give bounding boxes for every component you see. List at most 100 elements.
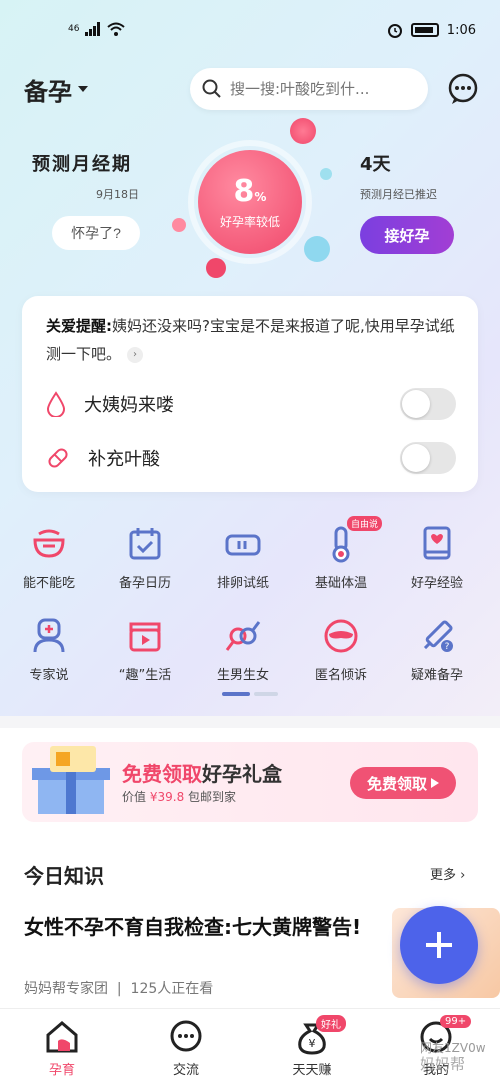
tool-label: 疑难备孕 (410, 668, 463, 683)
add-button[interactable] (400, 906, 478, 984)
tool-label: 基础体温 (314, 576, 367, 591)
nav-badge: 99+ (440, 1015, 472, 1028)
tool-label: 排卵试纸 (216, 576, 269, 591)
tool-label: “趣”生活 (118, 668, 172, 683)
decor-bubble (290, 118, 316, 144)
bowl-icon (29, 524, 69, 564)
delay-note: 预测月经已推迟 (360, 188, 437, 201)
pregnant-button[interactable]: 怀孕了? (52, 216, 140, 250)
tool-fun-life[interactable]: “趣”生活 (100, 616, 190, 683)
toggle-row-period: 大姨妈来喽 (46, 384, 456, 424)
test-strip-icon (223, 524, 263, 564)
toggle-row-folic-acid: 补充叶酸 (46, 438, 456, 478)
nav-badge: 好礼 (316, 1015, 346, 1032)
article-title[interactable]: 女性不孕不育自我检查:七大黄牌警告! (24, 912, 374, 942)
mode-selector[interactable]: 备孕 (24, 72, 88, 107)
tool-can-eat[interactable]: 能不能吃 (4, 524, 94, 591)
tool-basal-temperature[interactable]: 自由说 基础体温 (296, 516, 386, 591)
header: 备孕 (0, 66, 500, 112)
chat-bubble-icon (168, 1019, 204, 1055)
care-reminder[interactable]: 关爱提醒:姨妈还没来吗?宝宝是不是来报道了呢,快用早孕试纸测一下吧。 › (46, 312, 456, 368)
message-icon[interactable] (446, 72, 480, 106)
pill-icon (48, 448, 68, 468)
folic-acid-toggle[interactable] (400, 442, 456, 474)
rate-value: 8% (233, 174, 267, 209)
mask-icon (321, 616, 361, 656)
nav-earn[interactable]: ¥ 好礼 天天赚 (272, 1015, 352, 1078)
nav-label: 天天赚 (292, 1063, 332, 1078)
gift-banner[interactable]: 免费领取好孕礼盒 价值 ¥39.8 包邮到家 免费领取 (22, 742, 478, 822)
tools-grid: 能不能吃 备孕日历 排卵试纸 自由说 基础体温 好孕经验 专家说 “趣”生活 生… (0, 516, 500, 700)
banner-title: 免费领取好孕礼盒 (122, 762, 282, 786)
syringe-icon: ? (417, 616, 457, 656)
pregnancy-rate-widget[interactable]: 8% 好孕率较低 (172, 118, 340, 278)
tool-experience[interactable]: 好孕经验 (392, 524, 482, 591)
blood-drop-icon (46, 391, 66, 417)
svg-text:¥: ¥ (309, 1037, 316, 1050)
page-indicator (222, 692, 278, 696)
tool-label: 匿名倾诉 (314, 668, 367, 683)
tool-label: 备孕日历 (118, 576, 171, 591)
clock: 1:06 (446, 22, 476, 38)
article-meta: 妈妈帮专家团 | 125人正在看 (24, 981, 214, 997)
prediction-title: 预测月经期 (32, 154, 132, 175)
tool-expert[interactable]: 专家说 (4, 616, 94, 683)
money-bag-icon: ¥ 好礼 (294, 1015, 346, 1055)
tool-label: 专家说 (29, 668, 69, 683)
chevron-right-icon[interactable]: › (127, 346, 144, 363)
battery-icon (410, 23, 439, 37)
network-label: 46 (68, 24, 80, 34)
good-pregnancy-button[interactable]: 接好孕 (360, 216, 454, 254)
tool-ovulation-strip[interactable]: 排卵试纸 (198, 524, 288, 591)
plus-icon (426, 932, 452, 958)
thermometer-icon: 自由说 (321, 516, 383, 564)
decor-bubble (172, 218, 186, 232)
toggle-label-period: 大姨妈来喽 (84, 395, 174, 416)
toggle-label-folic-acid: 补充叶酸 (88, 449, 160, 470)
period-toggle[interactable] (400, 388, 456, 420)
nav-community[interactable]: 交流 (146, 1019, 226, 1078)
reminder-card: 关爱提醒:姨妈还没来吗?宝宝是不是来报道了呢,快用早孕试纸测一下吧。 › 大姨妈来… (22, 296, 478, 492)
nav-pregnancy[interactable]: 孕育 (22, 1019, 102, 1078)
rate-label: 好孕率较低 (219, 215, 280, 229)
decor-bubble (304, 236, 330, 262)
play-arrow-icon (431, 778, 439, 788)
alarm-icon (387, 24, 402, 38)
tool-label: 能不能吃 (22, 576, 75, 591)
decor-bubble (206, 258, 226, 278)
tool-label: 生男生女 (216, 668, 269, 683)
gift-box-icon (32, 746, 110, 814)
tool-calendar[interactable]: 备孕日历 (100, 524, 190, 591)
book-icon (417, 524, 457, 564)
reminder-label: 关爱提醒: (46, 317, 112, 335)
gender-icon (223, 616, 263, 656)
more-link[interactable]: 更多 › (430, 864, 465, 883)
tool-badge: 自由说 (347, 516, 383, 531)
tool-gender[interactable]: 生男生女 (198, 616, 288, 683)
prediction-date: 9月18日 (96, 188, 139, 201)
rate-circle: 8% 好孕率较低 (198, 150, 302, 254)
home-icon (44, 1019, 80, 1055)
watermark: 网友1ZV0w 妈妈帮 (420, 1041, 486, 1073)
tool-anonymous[interactable]: 匿名倾诉 (296, 616, 386, 683)
caret-down-icon (78, 85, 88, 92)
svg-text:?: ? (445, 642, 450, 652)
status-bar: 46 1:06 (0, 18, 500, 44)
doctor-icon (29, 616, 69, 656)
wifi-icon (107, 22, 126, 36)
claim-button[interactable]: 免费领取 (350, 767, 456, 799)
calendar-icon (125, 524, 165, 564)
section-divider (0, 716, 500, 728)
delay-days: 4天 (360, 154, 391, 175)
period-delay: 4天 预测月经已推迟 (360, 150, 437, 202)
decor-bubble (320, 168, 332, 180)
tool-difficult[interactable]: ? 疑难备孕 (392, 616, 482, 683)
banner-subtitle: 价值 ¥39.8 包邮到家 (122, 790, 237, 804)
clapper-icon (125, 616, 165, 656)
search-bar[interactable] (190, 68, 428, 110)
signal-icon (85, 22, 101, 36)
chevron-right-icon: › (460, 868, 466, 883)
search-input[interactable] (230, 80, 410, 98)
nav-label: 孕育 (48, 1063, 75, 1078)
mode-label: 备孕 (24, 78, 72, 106)
